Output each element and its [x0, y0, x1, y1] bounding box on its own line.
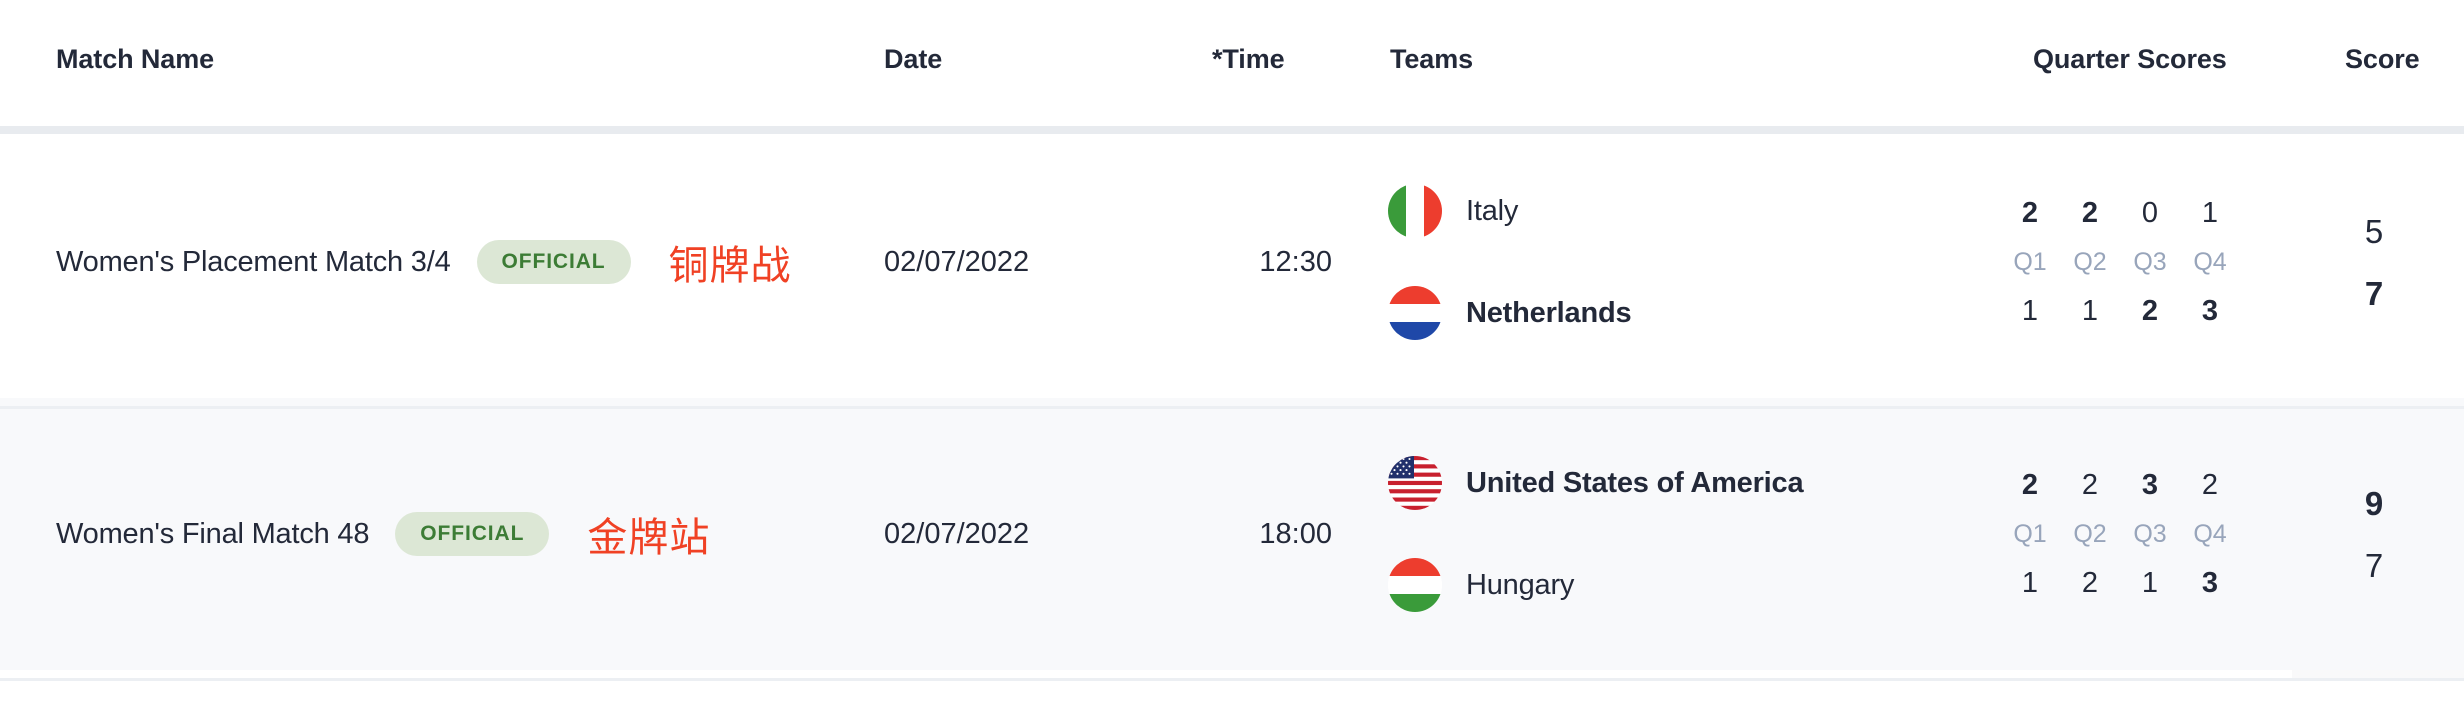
team-entry[interactable]: United States of America	[1388, 456, 1804, 510]
team-entry[interactable]: Hungary	[1388, 558, 1803, 612]
match-annotation: 铜牌战	[668, 244, 792, 288]
quarter-scores-cell: 2 2 0 1 Q1 Q2 Q3 Q4 1 1 2 3	[2000, 126, 2240, 398]
column-header-time: *Time	[1212, 44, 1285, 74]
match-name-cell: Women's Placement Match 3/4 OFFICIAL 铜牌战	[56, 126, 792, 398]
quarter-label: Q1	[2013, 248, 2047, 276]
team-name-label: United States of America	[1466, 466, 1804, 499]
quarter-labels: Q1 Q2 Q3 Q4	[2000, 511, 2240, 557]
column-header-date: Date	[884, 44, 943, 74]
quarter-scores-team-1: 2 2 3 2	[2000, 459, 2240, 511]
quarter-score: 0	[2141, 197, 2159, 229]
score-cell: 5 7	[2292, 126, 2464, 398]
quarter-scores-cell: 2 2 3 2 Q1 Q2 Q3 Q4 1 2 1 3	[2000, 398, 2240, 670]
column-header-match-name: Match Name	[56, 44, 215, 74]
teams-cell: Italy Netherlands	[1388, 126, 1632, 398]
flag-hungary-icon	[1388, 558, 1442, 612]
flag-italy-icon	[1388, 184, 1442, 238]
quarter-score: 3	[2201, 567, 2219, 599]
quarter-score: 1	[2021, 567, 2039, 599]
quarter-score: 1	[2141, 567, 2159, 599]
team-name-label: Italy	[1466, 194, 1519, 227]
match-name-cell: Women's Final Match 48 OFFICIAL 金牌站	[56, 398, 710, 670]
match-date: 02/07/2022	[884, 517, 1030, 550]
row-divider	[0, 406, 2464, 409]
flag-usa-icon	[1388, 456, 1442, 510]
team-total-score: 7	[2364, 274, 2384, 312]
table-header-row: Match Name Date *Time Teams Quarter Scor…	[0, 0, 2464, 126]
quarter-score: 2	[2141, 295, 2159, 327]
quarter-score: 2	[2021, 469, 2039, 501]
row-divider	[0, 678, 2464, 681]
quarter-label: Q2	[2073, 248, 2107, 276]
team-name-label: Netherlands	[1466, 296, 1632, 329]
quarter-score: 2	[2081, 197, 2099, 229]
team-total-score: 7	[2364, 546, 2384, 584]
quarter-scores-team-2: 1 2 1 3	[2000, 557, 2240, 609]
header-divider	[0, 126, 2464, 134]
quarter-score: 3	[2201, 295, 2219, 327]
match-name-label: Women's Placement Match 3/4	[56, 245, 451, 278]
quarter-labels: Q1 Q2 Q3 Q4	[2000, 239, 2240, 285]
status-badge: OFFICIAL	[395, 512, 550, 556]
table-row[interactable]: Women's Placement Match 3/4 OFFICIAL 铜牌战…	[0, 126, 2464, 398]
quarter-scores-team-2: 1 1 2 3	[2000, 285, 2240, 337]
match-time: 18:00	[1259, 517, 1332, 550]
quarter-label: Q3	[2133, 520, 2167, 548]
quarter-label: Q4	[2193, 520, 2227, 548]
team-total-score: 9	[2364, 484, 2384, 522]
quarter-scores-team-1: 2 2 0 1	[2000, 187, 2240, 239]
quarter-label: Q1	[2013, 520, 2047, 548]
quarter-score: 2	[2021, 197, 2039, 229]
match-results-table: Match Name Date *Time Teams Quarter Scor…	[0, 0, 2464, 710]
score-cell: 9 7	[2292, 398, 2464, 670]
quarter-label: Q4	[2193, 248, 2227, 276]
match-time: 12:30	[1259, 245, 1332, 278]
quarter-score: 3	[2141, 469, 2159, 501]
team-entry[interactable]: Italy	[1388, 184, 1631, 238]
quarter-label: Q2	[2073, 520, 2107, 548]
column-header-quarter-scores: Quarter Scores	[2033, 44, 2227, 74]
quarter-score: 2	[2081, 469, 2099, 501]
column-header-teams: Teams	[1390, 44, 1474, 74]
flag-netherlands-icon	[1388, 286, 1442, 340]
match-name-label: Women's Final Match 48	[56, 517, 370, 550]
table-row[interactable]: Women's Final Match 48 OFFICIAL 金牌站 02/0…	[0, 398, 2464, 670]
match-annotation: 金牌站	[587, 516, 711, 560]
quarter-score: 2	[2081, 567, 2099, 599]
match-date: 02/07/2022	[884, 245, 1030, 278]
status-badge: OFFICIAL	[476, 240, 631, 284]
team-name-label: Hungary	[1466, 568, 1575, 601]
quarter-label: Q3	[2133, 248, 2167, 276]
quarter-score: 1	[2021, 295, 2039, 327]
quarter-score: 2	[2201, 469, 2219, 501]
teams-cell: United States of America Hungary	[1388, 398, 1804, 670]
column-header-score: Score	[2345, 44, 2420, 74]
team-entry[interactable]: Netherlands	[1388, 286, 1632, 340]
quarter-score: 1	[2081, 295, 2099, 327]
team-total-score: 5	[2364, 212, 2384, 250]
quarter-score: 1	[2201, 197, 2219, 229]
